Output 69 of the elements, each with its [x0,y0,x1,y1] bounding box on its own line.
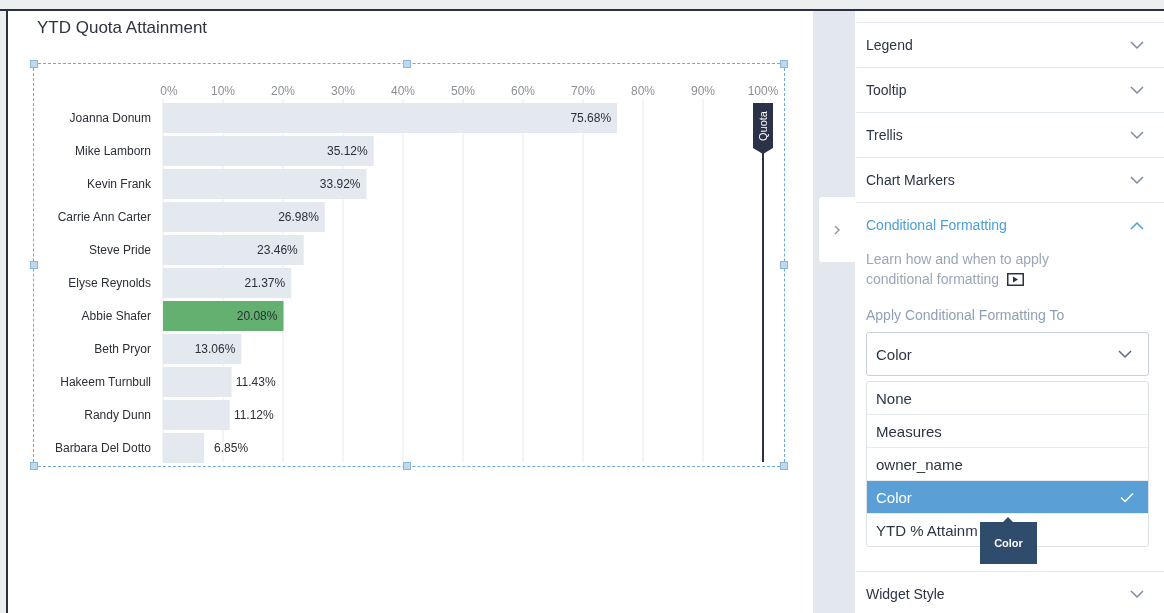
axis-tick-label: 90% [691,84,715,98]
category-label: Hakeem Turnbull [60,375,151,389]
value-label: 35.12% [327,144,368,158]
category-label: Abbie Shafer [81,309,151,323]
section-header[interactable]: Legend [856,22,1164,67]
resize-handle[interactable] [403,462,411,470]
value-label: 6.85% [214,441,249,455]
value-label: 33.92% [319,177,361,191]
field-label: Apply Conditional Formatting To [866,307,1066,323]
resize-handle[interactable] [780,261,788,269]
bar[interactable] [163,334,242,364]
axis-tick-label: 50% [451,84,475,98]
value-label: 75.68% [570,111,612,125]
chevron-down-icon [1130,589,1144,599]
bar[interactable] [163,202,325,232]
collapse-tab[interactable] [819,197,855,262]
menu-option[interactable]: Measures [867,414,1148,447]
chevron-up-icon [1130,220,1144,230]
play-video-icon[interactable] [1006,273,1024,286]
menu-option[interactable]: None [867,382,1148,414]
axis-tick-label: 80% [631,84,655,98]
section-header[interactable]: Chart Markers [856,157,1164,202]
category-label: Mike Lamborn [74,144,151,158]
category-label: Steve Pride [88,243,151,257]
section-header[interactable]: Trellis [856,112,1164,157]
category-label: Joanna Donum [69,111,151,125]
value-label: 20.08% [236,309,278,323]
value-label: 23.46% [257,243,298,257]
chevron-down-icon [1118,349,1132,359]
resize-handle[interactable] [780,60,788,68]
chevron-right-icon [832,223,842,236]
chevron-down-icon [1130,85,1144,95]
resize-handle[interactable] [30,261,38,269]
value-label: 21.37% [244,276,286,290]
category-label: Elyse Reynolds [68,276,151,290]
category-label: Randy Dunn [84,408,151,422]
resize-handle[interactable] [780,462,788,470]
check-icon [1120,491,1134,503]
chevron-down-icon [1130,175,1144,185]
resize-handle[interactable] [30,462,38,470]
category-label: Beth Pryor [94,342,151,356]
widget-title: YTD Quota Attainment [36,17,209,39]
axis-tick-label: 0% [160,84,178,98]
bar[interactable] [163,268,292,298]
value-label: 13.06% [194,342,236,356]
help-text: Learn how and when to apply conditional formatting [866,250,1050,289]
category-label: Carrie Ann Carter [57,210,151,224]
chevron-down-icon [1130,130,1144,140]
bar[interactable] [163,301,284,331]
select-field[interactable]: Color [866,332,1149,376]
resize-handle[interactable] [403,60,411,68]
value-label: 11.12% [233,408,274,422]
axis-tick-label: 40% [391,84,415,98]
axis-tick-label: 70% [571,84,595,98]
bar[interactable] [163,235,304,265]
section-header[interactable]: Tooltip [856,67,1164,112]
axis-tick-label: 30% [331,84,355,98]
category-label: Kevin Frank [86,177,151,191]
value-label: 11.43% [235,375,276,389]
tooltip: Color [980,517,1037,564]
chevron-down-icon [1130,40,1144,50]
axis-tick-label: 60% [511,84,535,98]
value-label: 26.98% [278,210,319,224]
axis-tick-label: 10% [211,84,235,98]
section-header[interactable]: Widget Style [856,571,1164,613]
axis-tick-label: 20% [271,84,295,98]
category-label: Barbara Del Dotto [54,441,151,455]
axis-tick-label: 100% [747,84,779,98]
resize-handle[interactable] [30,60,38,68]
